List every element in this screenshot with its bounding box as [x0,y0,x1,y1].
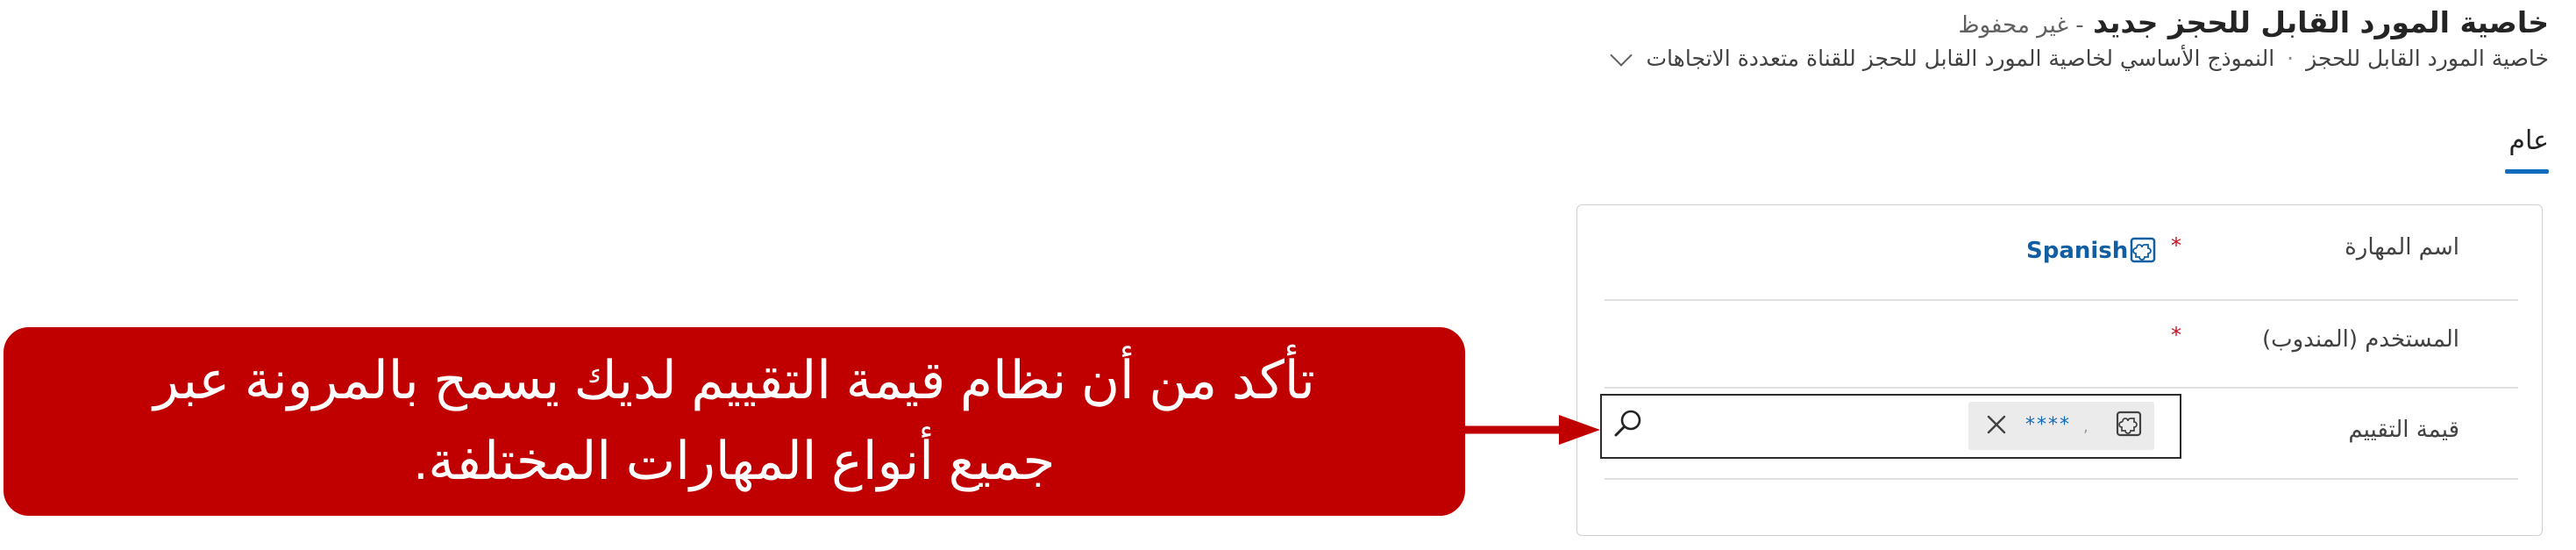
field-divider [1605,299,2518,301]
callout-arrow [1455,415,1600,445]
entity-record-icon [2116,411,2142,437]
field-label-rating-value: قيمة التقييم [2348,417,2459,443]
page-title: خاصية المورد القابل للحجز جديد [2093,5,2549,39]
breadcrumb-separator: · [2287,46,2295,71]
page-header: خاصية المورد القابل للحجز جديد - غير محف… [1959,4,2549,44]
form-selector[interactable]: النموذج الأساسي لخاصية المورد القابل للح… [1647,46,2275,71]
required-marker: * [2171,323,2181,347]
callout-text: تأكد من أن نظام قيمة التقييم لديك يسمح ب… [35,340,1434,502]
breadcrumb-entity[interactable]: خاصية المورد القابل للحجز [2306,46,2549,71]
save-status: - غير محفوظ [1958,12,2084,39]
entity-record-icon [2130,237,2156,263]
close-icon[interactable] [1984,412,2009,437]
skill-lookup-value[interactable]: Spanish [2026,238,2128,264]
chip-separator: , [2083,418,2089,436]
required-marker: * [2171,233,2181,258]
breadcrumb: خاصية المورد القابل للحجز · النموذج الأس… [1609,43,2549,71]
field-label-skill-name: اسم المهارة [2345,234,2459,261]
callout-line-1: تأكد من أن نظام قيمة التقييم لديك يسمح ب… [153,351,1315,410]
search-icon[interactable] [1610,406,1645,441]
tab-general[interactable]: عام [2508,125,2549,156]
tab-selected-indicator [2505,169,2549,174]
callout-line-2: جميع أنواع المهارات المختلفة. [413,432,1056,490]
field-divider [1605,478,2518,480]
field-label-user: المستخدم (المندوب) [2262,326,2459,353]
field-divider [1605,387,2518,389]
chevron-down-icon[interactable] [1609,43,1633,67]
rating-value-text[interactable]: **** [2025,414,2071,436]
